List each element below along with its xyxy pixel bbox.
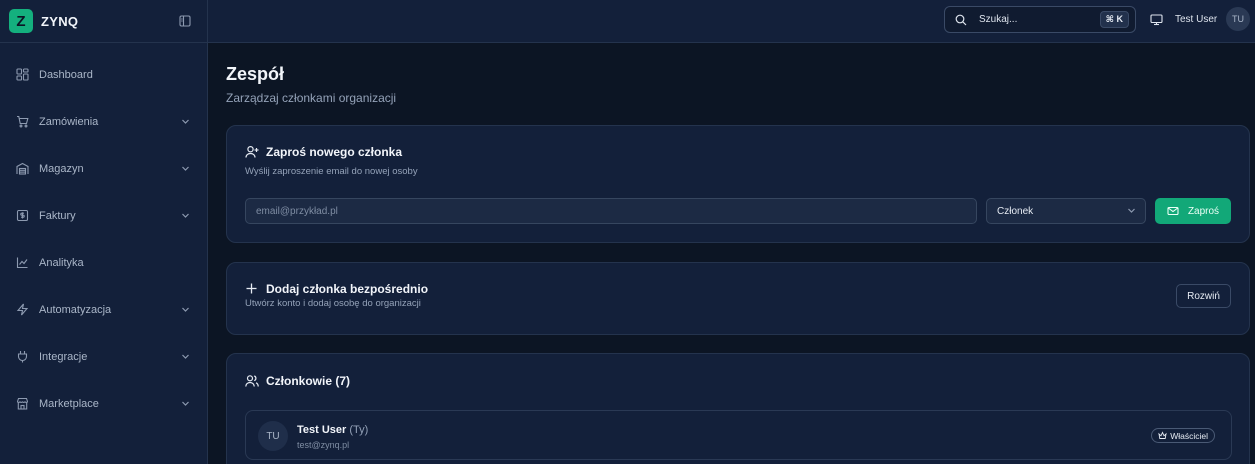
brand-header: Z ZYNQ bbox=[0, 0, 207, 43]
chevron-down-icon bbox=[181, 305, 191, 315]
zap-icon bbox=[16, 303, 30, 317]
search-box[interactable]: Szukaj... ⌘ K bbox=[944, 6, 1136, 33]
sidebar-item-analityka[interactable]: Analityka bbox=[0, 239, 207, 286]
chevron-down-icon bbox=[181, 399, 191, 409]
avatar: TU bbox=[258, 421, 288, 451]
users-icon bbox=[245, 374, 259, 388]
chevron-down-icon bbox=[181, 117, 191, 127]
warehouse-icon bbox=[16, 162, 30, 176]
chevron-down-icon bbox=[1127, 206, 1137, 216]
sidebar-item-label: Marketplace bbox=[39, 397, 99, 410]
members-card: Członkowie (7) TU Test User (Ty) test@zyn… bbox=[226, 353, 1250, 464]
member-email: test@zynq.pl bbox=[297, 440, 350, 450]
expand-button[interactable]: Rozwiń bbox=[1176, 284, 1231, 308]
logo[interactable]: Z bbox=[9, 9, 33, 33]
invite-button-label: Zaproś bbox=[1187, 205, 1220, 217]
store-icon bbox=[16, 397, 30, 411]
role-select[interactable]: Członek bbox=[986, 198, 1146, 224]
sidebar-toggle-icon[interactable] bbox=[178, 14, 192, 28]
sidebar-item-automatyzacja[interactable]: Automatyzacja bbox=[0, 286, 207, 333]
sidebar-item-label: Faktury bbox=[39, 209, 76, 222]
sidebar-item-zamowienia[interactable]: Zamówienia bbox=[0, 98, 207, 145]
add-member-card: Dodaj członka bezpośrednio Utwórz konto … bbox=[226, 262, 1250, 335]
sidebar-item-label: Integracje bbox=[39, 350, 88, 363]
member-name-text: Test User bbox=[297, 424, 347, 436]
sidebar-item-label: Analityka bbox=[39, 256, 84, 269]
members-title: Członkowie (7) bbox=[266, 374, 351, 388]
invite-button[interactable]: Zaproś bbox=[1155, 198, 1231, 224]
member-name: Test User (Ty) bbox=[297, 424, 368, 436]
user-plus-icon bbox=[245, 145, 259, 159]
role-badge: Właściciel bbox=[1151, 428, 1215, 443]
monitor-icon[interactable] bbox=[1150, 13, 1164, 27]
plug-icon bbox=[16, 350, 30, 364]
chevron-down-icon bbox=[181, 164, 191, 174]
sidebar-item-marketplace[interactable]: Marketplace bbox=[0, 380, 207, 427]
invite-description: Wyślij zaproszenie email do nowej osoby bbox=[245, 166, 418, 177]
search-placeholder: Szukaj... bbox=[979, 14, 1018, 25]
add-member-title: Dodaj członka bezpośrednio bbox=[266, 282, 429, 296]
sidebar-item-faktury[interactable]: Faktury bbox=[0, 192, 207, 239]
mail-icon bbox=[1167, 205, 1179, 217]
page-title: Zespół bbox=[226, 64, 285, 84]
shortcut-badge: ⌘ K bbox=[1099, 11, 1129, 28]
chevron-down-icon bbox=[181, 211, 191, 221]
user-name[interactable]: Test User bbox=[1175, 14, 1217, 25]
brand-name: ZYNQ bbox=[41, 13, 79, 29]
plus-icon bbox=[245, 282, 259, 296]
list-item[interactable]: TU Test User (Ty) test@zynq.pl Właściciel bbox=[245, 410, 1232, 460]
you-label: (Ty) bbox=[349, 424, 369, 436]
email-field[interactable] bbox=[245, 198, 977, 224]
invite-title: Zaproś nowego członka bbox=[266, 145, 403, 159]
crown-icon bbox=[1158, 431, 1167, 440]
sidebar-item-magazyn[interactable]: Magazyn bbox=[0, 145, 207, 192]
invite-card: Zaproś nowego członka Wyślij zaproszenie… bbox=[226, 125, 1250, 243]
invoice-icon bbox=[16, 209, 30, 223]
search-icon bbox=[955, 14, 967, 26]
cart-icon bbox=[16, 115, 30, 129]
sidebar-nav: Dashboard Zamówienia Magazyn Faktury Ana… bbox=[0, 43, 207, 427]
sidebar-item-label: Zamówienia bbox=[39, 115, 99, 128]
role-badge-label: Właściciel bbox=[1170, 430, 1208, 441]
role-selected-value: Członek bbox=[997, 205, 1034, 217]
sidebar-item-label: Dashboard bbox=[39, 68, 93, 81]
chart-line-icon bbox=[16, 256, 30, 270]
sidebar-item-dashboard[interactable]: Dashboard bbox=[0, 51, 207, 98]
page-subtitle: Zarządzaj członkami organizacji bbox=[226, 91, 397, 105]
sidebar: Z ZYNQ Dashboard Zamówienia Magazyn Fakt… bbox=[0, 0, 208, 464]
main-content: Zespół Zarządzaj członkami organizacji Z… bbox=[208, 44, 1255, 464]
sidebar-item-label: Automatyzacja bbox=[39, 303, 112, 316]
topbar: Szukaj... ⌘ K Test User TU bbox=[208, 0, 1255, 43]
add-member-description: Utwórz konto i dodaj osobę do organizacj… bbox=[245, 298, 421, 309]
avatar[interactable]: TU bbox=[1226, 7, 1250, 31]
sidebar-item-label: Magazyn bbox=[39, 162, 84, 175]
sidebar-item-integracje[interactable]: Integracje bbox=[0, 333, 207, 380]
logo-letter: Z bbox=[16, 12, 26, 30]
grid-icon bbox=[16, 68, 30, 82]
chevron-down-icon bbox=[181, 352, 191, 362]
